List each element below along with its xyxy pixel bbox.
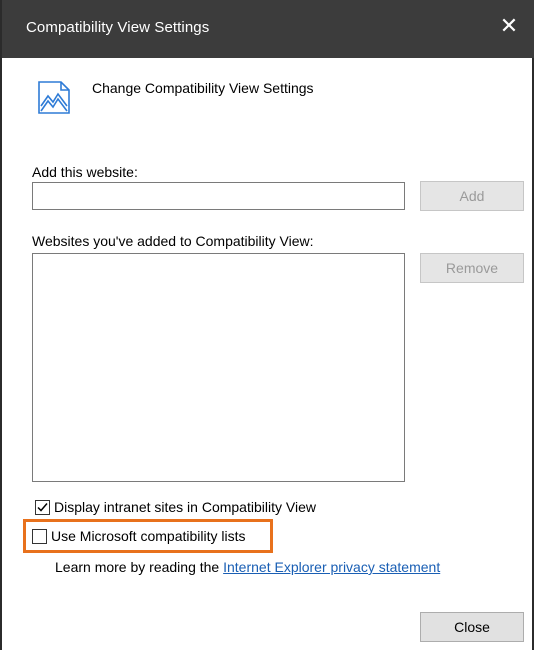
learn-more-text: Learn more by reading the Internet Explo… xyxy=(55,559,440,575)
websites-list-label: Websites you've added to Compatibility V… xyxy=(32,233,314,249)
websites-listbox[interactable] xyxy=(32,253,405,482)
add-website-input[interactable] xyxy=(32,182,405,210)
intranet-checkbox[interactable] xyxy=(35,499,50,515)
intranet-checkbox-label: Display intranet sites in Compatibility … xyxy=(54,499,316,515)
dialog-window: Compatibility View Settings ✕ Change Com… xyxy=(0,0,534,650)
checkmark-icon xyxy=(37,502,48,512)
learn-more-prefix: Learn more by reading the xyxy=(55,559,220,575)
privacy-statement-link[interactable]: Internet Explorer privacy statement xyxy=(223,559,440,575)
remove-button[interactable]: Remove xyxy=(420,253,524,283)
add-button[interactable]: Add xyxy=(420,181,524,211)
close-window-icon[interactable]: ✕ xyxy=(496,13,522,39)
header-title: Change Compatibility View Settings xyxy=(92,80,314,96)
ms-lists-option[interactable]: Use Microsoft compatibility lists xyxy=(32,528,246,544)
add-website-label: Add this website: xyxy=(32,164,138,180)
intranet-option[interactable]: Display intranet sites in Compatibility … xyxy=(35,499,316,515)
compatibility-view-icon xyxy=(36,76,72,116)
ms-lists-checkbox-label: Use Microsoft compatibility lists xyxy=(51,528,246,544)
title-bar: Compatibility View Settings ✕ xyxy=(2,0,534,58)
close-button[interactable]: Close xyxy=(420,612,524,642)
window-title: Compatibility View Settings xyxy=(26,19,210,36)
ms-lists-checkbox[interactable] xyxy=(32,528,47,544)
